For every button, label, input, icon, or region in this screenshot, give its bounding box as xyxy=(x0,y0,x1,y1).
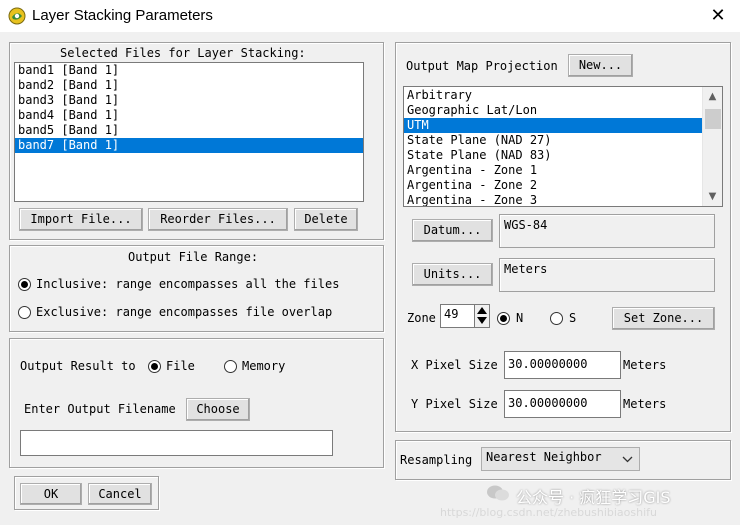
x-pixel-size-unit: Meters xyxy=(623,358,667,372)
chevron-down-icon xyxy=(622,456,633,463)
projection-list-item[interactable]: UTM xyxy=(404,118,702,133)
units-button[interactable]: Units... xyxy=(412,263,493,286)
output-result-label: Output Result to xyxy=(20,359,136,373)
set-zone-button[interactable]: Set Zone... xyxy=(612,307,715,330)
projection-list[interactable]: Arbitrary Geographic Lat/Lon UTM State Plan… xyxy=(403,86,723,207)
stepper-up-icon[interactable] xyxy=(477,307,487,314)
import-file-button[interactable]: Import File... xyxy=(19,208,143,231)
close-icon[interactable]: ✕ xyxy=(708,6,728,26)
projection-list-item[interactable]: Geographic Lat/Lon xyxy=(404,103,702,118)
units-value: Meters xyxy=(499,258,715,292)
zone-stepper[interactable] xyxy=(474,304,490,328)
x-pixel-size-input[interactable]: 30.00000000 xyxy=(504,351,621,379)
south-label[interactable]: S xyxy=(569,311,576,325)
scroll-thumb[interactable] xyxy=(705,109,721,129)
file-list-item[interactable]: band4 [Band 1] xyxy=(15,108,363,123)
file-list-item[interactable]: band2 [Band 1] xyxy=(15,78,363,93)
x-pixel-size-label: X Pixel Size xyxy=(411,358,498,372)
title-bar: Layer Stacking Parameters ✕ xyxy=(0,0,740,32)
delete-button[interactable]: Delete xyxy=(294,208,358,231)
selected-files-list[interactable]: band1 [Band 1] band2 [Band 1] band3 [Band … xyxy=(14,62,364,202)
watermark-logo-icon xyxy=(486,484,510,502)
watermark-url: https://blog.csdn.net/zhebushibiaoshifu xyxy=(440,506,658,519)
y-pixel-size-unit: Meters xyxy=(623,397,667,411)
reorder-files-button[interactable]: Reorder Files... xyxy=(148,208,288,231)
projection-list-item[interactable]: Argentina - Zone 3 xyxy=(404,193,702,206)
new-projection-button[interactable]: New... xyxy=(568,54,633,77)
projection-list-item[interactable]: State Plane (NAD 83) xyxy=(404,148,702,163)
watermark-text: 公众号 · 疯狂学习GIS xyxy=(516,488,671,507)
choose-button[interactable]: Choose xyxy=(186,398,250,421)
inclusive-radio[interactable] xyxy=(18,278,31,291)
north-radio[interactable] xyxy=(497,312,510,325)
datum-button[interactable]: Datum... xyxy=(412,219,493,242)
y-pixel-size-label: Y Pixel Size xyxy=(411,397,498,411)
file-list-item[interactable]: band5 [Band 1] xyxy=(15,123,363,138)
file-list-item[interactable]: band1 [Band 1] xyxy=(15,63,363,78)
cancel-button[interactable]: Cancel xyxy=(88,483,152,505)
output-filename-label: Enter Output Filename xyxy=(24,402,176,416)
resampling-label: Resampling xyxy=(400,453,473,467)
projection-list-item[interactable]: Argentina - Zone 1 xyxy=(404,163,702,178)
resampling-dropdown[interactable]: Nearest Neighbor xyxy=(481,447,640,471)
datum-value: WGS-84 xyxy=(499,214,715,248)
south-radio[interactable] xyxy=(550,312,563,325)
output-file-radio[interactable] xyxy=(148,360,161,373)
output-range-heading: Output File Range: xyxy=(128,250,259,264)
projection-list-item[interactable]: Arbitrary xyxy=(404,88,702,103)
exclusive-radio[interactable] xyxy=(18,306,31,319)
ok-button[interactable]: OK xyxy=(20,483,82,505)
stepper-down-icon[interactable] xyxy=(477,317,487,324)
output-filename-input[interactable] xyxy=(20,430,333,456)
file-list-item[interactable]: band3 [Band 1] xyxy=(15,93,363,108)
projection-label: Output Map Projection xyxy=(406,59,558,73)
app-logo-icon xyxy=(8,7,26,25)
zone-input[interactable]: 49 xyxy=(440,304,476,328)
window-title: Layer Stacking Parameters xyxy=(32,7,213,24)
selected-files-heading: Selected Files for Layer Stacking: xyxy=(60,46,306,60)
projection-list-item[interactable]: Argentina - Zone 2 xyxy=(404,178,702,193)
inclusive-label[interactable]: Inclusive: range encompasses all the fil… xyxy=(36,277,339,291)
y-pixel-size-input[interactable]: 30.00000000 xyxy=(504,390,621,418)
resampling-value: Nearest Neighbor xyxy=(486,450,602,464)
zone-label: Zone xyxy=(407,311,436,325)
projection-scrollbar[interactable]: ▲ ▼ xyxy=(702,87,722,206)
scroll-down-icon[interactable]: ▼ xyxy=(704,188,721,205)
output-file-label[interactable]: File xyxy=(166,359,195,373)
exclusive-label[interactable]: Exclusive: range encompasses file overla… xyxy=(36,305,332,319)
north-label[interactable]: N xyxy=(516,311,523,325)
file-list-item[interactable]: band7 [Band 1] xyxy=(15,138,363,153)
projection-list-item[interactable]: State Plane (NAD 27) xyxy=(404,133,702,148)
output-memory-radio[interactable] xyxy=(224,360,237,373)
output-memory-label[interactable]: Memory xyxy=(242,359,285,373)
scroll-up-icon[interactable]: ▲ xyxy=(704,88,721,105)
